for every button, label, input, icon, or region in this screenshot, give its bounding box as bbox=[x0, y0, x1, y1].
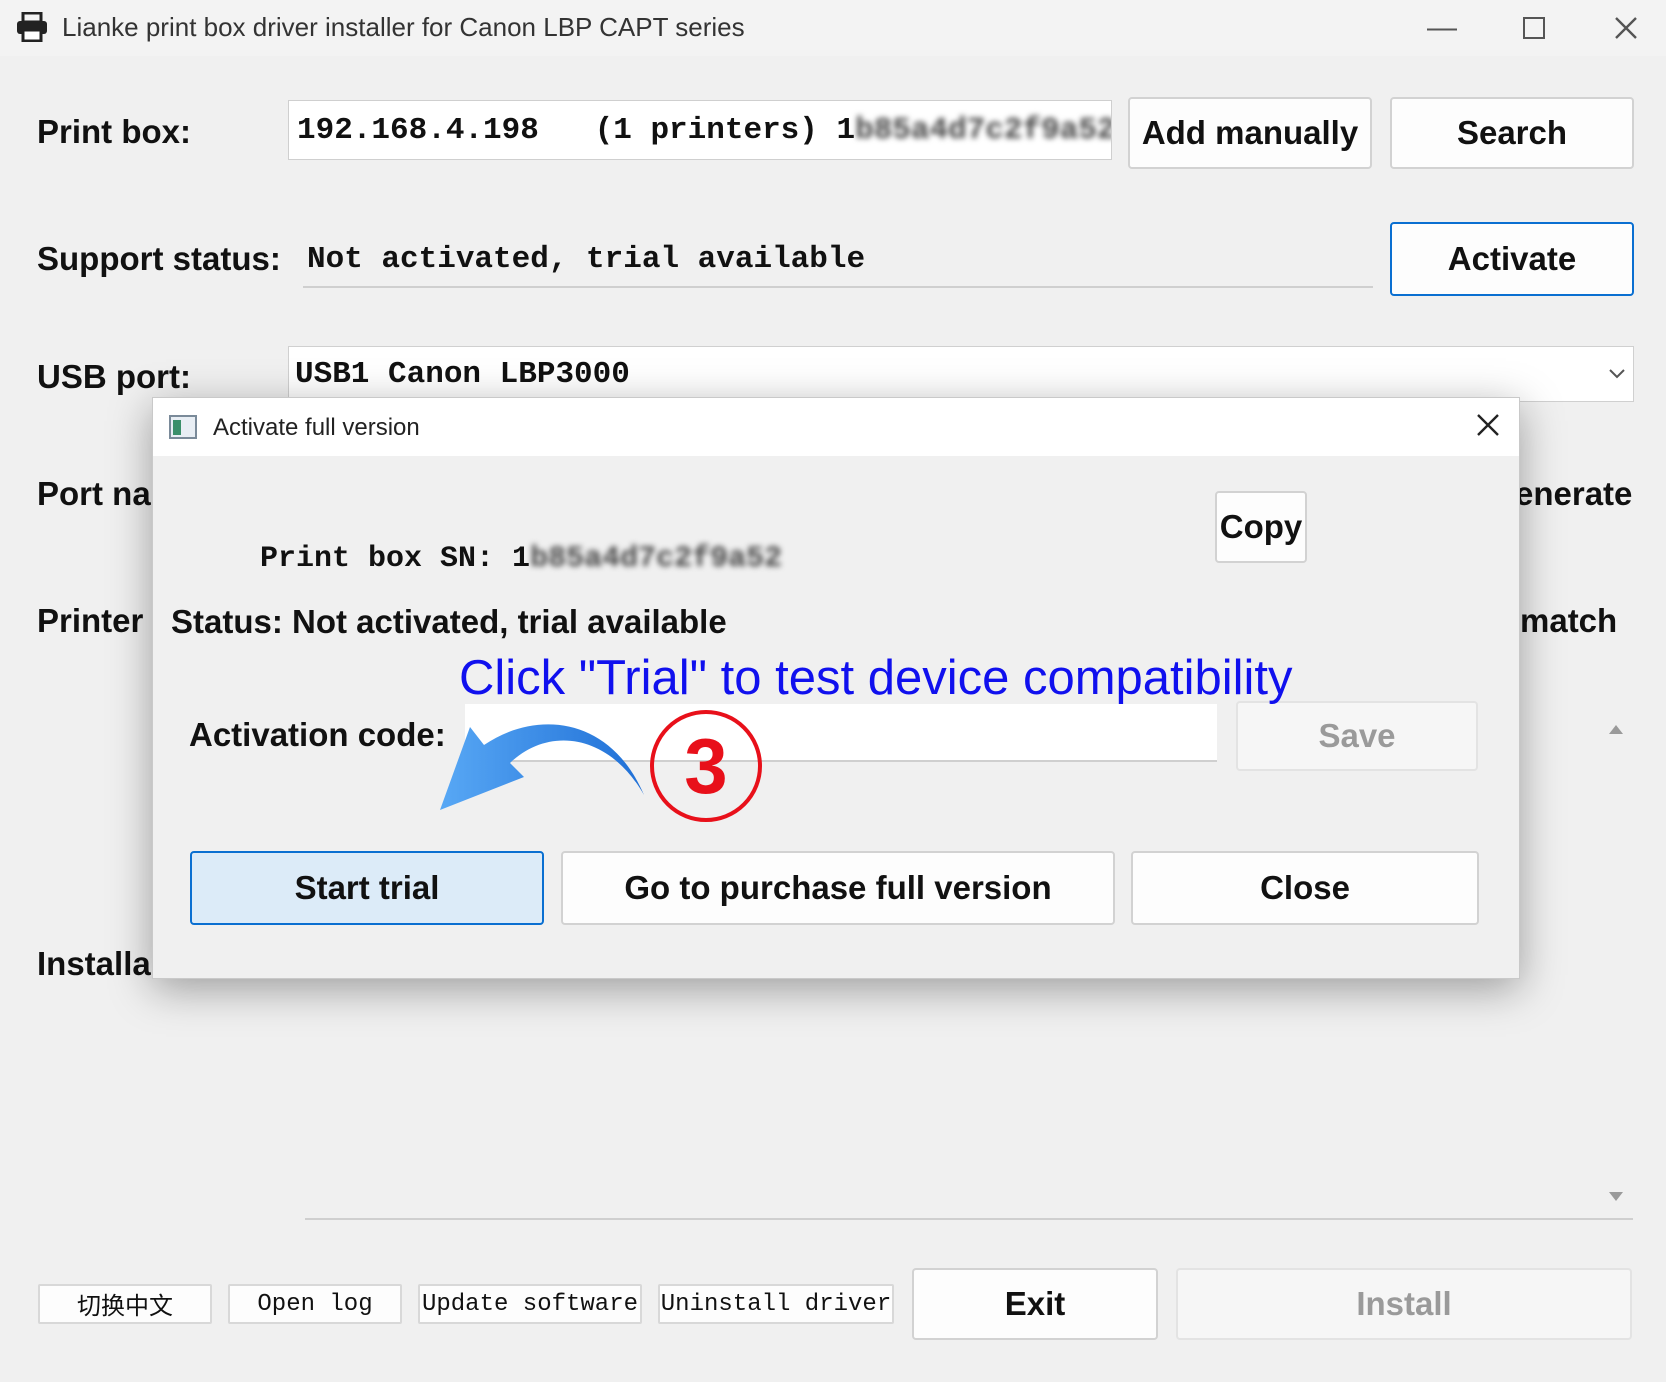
generate-button-partial[interactable]: enerate bbox=[1515, 475, 1632, 513]
support-status-label: Support status: bbox=[37, 240, 281, 277]
window-title: Lianke print box driver installer for Ca… bbox=[62, 12, 745, 42]
printer-icon bbox=[17, 12, 47, 42]
scroll-up-icon[interactable] bbox=[1608, 722, 1624, 734]
maximize-icon[interactable] bbox=[1514, 10, 1554, 46]
install-label: Installa bbox=[37, 945, 151, 982]
activate-button[interactable]: Activate bbox=[1390, 222, 1634, 296]
install-button[interactable]: Install bbox=[1176, 1268, 1632, 1340]
uninstall-driver-button[interactable]: Uninstall driver bbox=[658, 1284, 894, 1324]
print-box-sn-blurred: b85a4d7c2f9a52 bbox=[855, 112, 1112, 148]
purchase-full-version-button[interactable]: Go to purchase full version bbox=[561, 851, 1115, 925]
open-log-button[interactable]: Open log bbox=[228, 1284, 402, 1324]
start-trial-button[interactable]: Start trial bbox=[190, 851, 544, 925]
step-number-badge: 3 bbox=[650, 710, 762, 822]
exit-button[interactable]: Exit bbox=[912, 1268, 1158, 1340]
dialog-close-icon[interactable] bbox=[1475, 412, 1505, 442]
copy-button[interactable]: Copy bbox=[1215, 491, 1307, 563]
port-name-label: Port na bbox=[37, 475, 151, 512]
print-box-label: Print box: bbox=[37, 113, 191, 150]
save-button[interactable]: Save bbox=[1236, 701, 1478, 771]
switch-chinese-button[interactable]: 切换中文 bbox=[38, 1284, 212, 1324]
close-icon[interactable] bbox=[1606, 10, 1646, 46]
print-box-field[interactable]: 192.168.4.198 (1 printers) 1 b85a4d7c2f9… bbox=[288, 100, 1112, 160]
scroll-down-icon[interactable] bbox=[1608, 1190, 1624, 1202]
print-box-value: 192.168.4.198 (1 printers) 1 bbox=[297, 112, 856, 148]
printer-label: Printer bbox=[37, 602, 144, 639]
usb-port-select[interactable]: USB1 Canon LBP3000 bbox=[288, 346, 1634, 402]
dialog-status-text: Status: Not activated, trial available bbox=[171, 603, 727, 640]
curved-arrow-icon bbox=[440, 724, 644, 810]
dialog-title-bar: Activate full version bbox=[153, 398, 1519, 456]
dialog-title: Activate full version bbox=[213, 414, 420, 441]
annotation-text: Click "Trial" to test device compatibili… bbox=[459, 651, 1293, 705]
app-window-icon bbox=[169, 415, 197, 439]
add-manually-button[interactable]: Add manually bbox=[1128, 97, 1372, 169]
minimize-icon[interactable]: — bbox=[1422, 10, 1462, 46]
print-box-sn-row: Print box SN: 1b85a4d7c2f9a52 bbox=[188, 508, 782, 610]
sn-label: Print box SN: 1 bbox=[260, 542, 531, 576]
search-button[interactable]: Search bbox=[1390, 97, 1634, 169]
usb-port-label: USB port: bbox=[37, 358, 191, 395]
support-status-field: Not activated, trial available bbox=[303, 232, 1373, 288]
update-software-button[interactable]: Update software bbox=[418, 1284, 642, 1324]
match-label-partial: match bbox=[1520, 602, 1618, 639]
sn-blurred: b85a4d7c2f9a52 bbox=[530, 542, 783, 576]
usb-port-value: USB1 Canon LBP3000 bbox=[295, 356, 630, 392]
close-button[interactable]: Close bbox=[1131, 851, 1479, 925]
activation-code-label: Activation code: bbox=[189, 716, 446, 753]
title-bar: Lianke print box driver installer for Ca… bbox=[0, 0, 1666, 56]
chevron-down-icon[interactable] bbox=[1608, 368, 1626, 380]
